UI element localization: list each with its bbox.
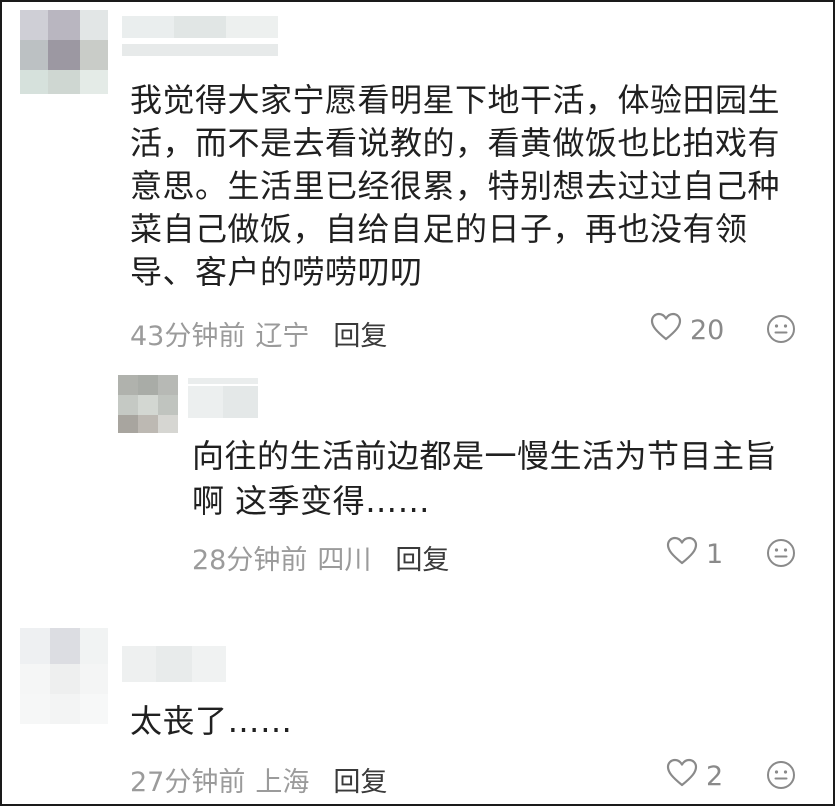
like-count: 1 [706,539,724,570]
like-button[interactable]: 2 [666,758,723,795]
reply-button[interactable]: 回复 [333,314,387,353]
username[interactable] [122,646,226,682]
smiley-face-icon[interactable] [766,760,796,790]
comment-time: 27分钟前 [130,767,246,798]
smiley-face-icon[interactable] [766,538,796,568]
comment-location: 辽宁 [255,321,310,352]
comment-text: 太丧了…… [130,702,293,740]
avatar[interactable] [20,10,108,98]
heart-outline-icon [650,312,682,349]
username[interactable] [122,16,278,58]
comment-list: 我觉得大家宁愿看明星下地干活，体验田园生活，而不是去看说教的，看黄做饭也比拍戏有… [0,0,835,806]
reply-button[interactable]: 回复 [395,538,449,577]
comment-location: 上海 [255,767,310,798]
comment-meta: 27分钟前 上海 回复 [130,760,387,799]
like-button[interactable]: 20 [650,312,724,349]
smiley-face-icon[interactable] [766,314,796,344]
like-count: 20 [690,315,725,346]
like-count: 2 [706,761,724,792]
reply-button[interactable]: 回复 [333,760,387,799]
comment-meta: 28分钟前 四川 回复 [192,538,449,577]
comment-text: 我觉得大家宁愿看明星下地干活，体验田园生活，而不是去看说教的，看黄做饭也比拍戏有… [130,81,781,291]
username[interactable] [188,378,258,420]
comment-time: 28分钟前 [192,545,308,576]
comment-location: 四川 [317,545,372,576]
avatar[interactable] [20,628,108,724]
comment-text: 向往的生活前边都是一慢生活为节目主旨啊 这季变得…… [192,437,778,520]
heart-outline-icon [666,536,698,573]
avatar[interactable] [118,375,178,433]
comment-meta: 43分钟前 辽宁 回复 [130,314,387,353]
comment-time: 43分钟前 [130,321,246,352]
heart-outline-icon [666,758,698,795]
like-button[interactable]: 1 [666,536,723,573]
